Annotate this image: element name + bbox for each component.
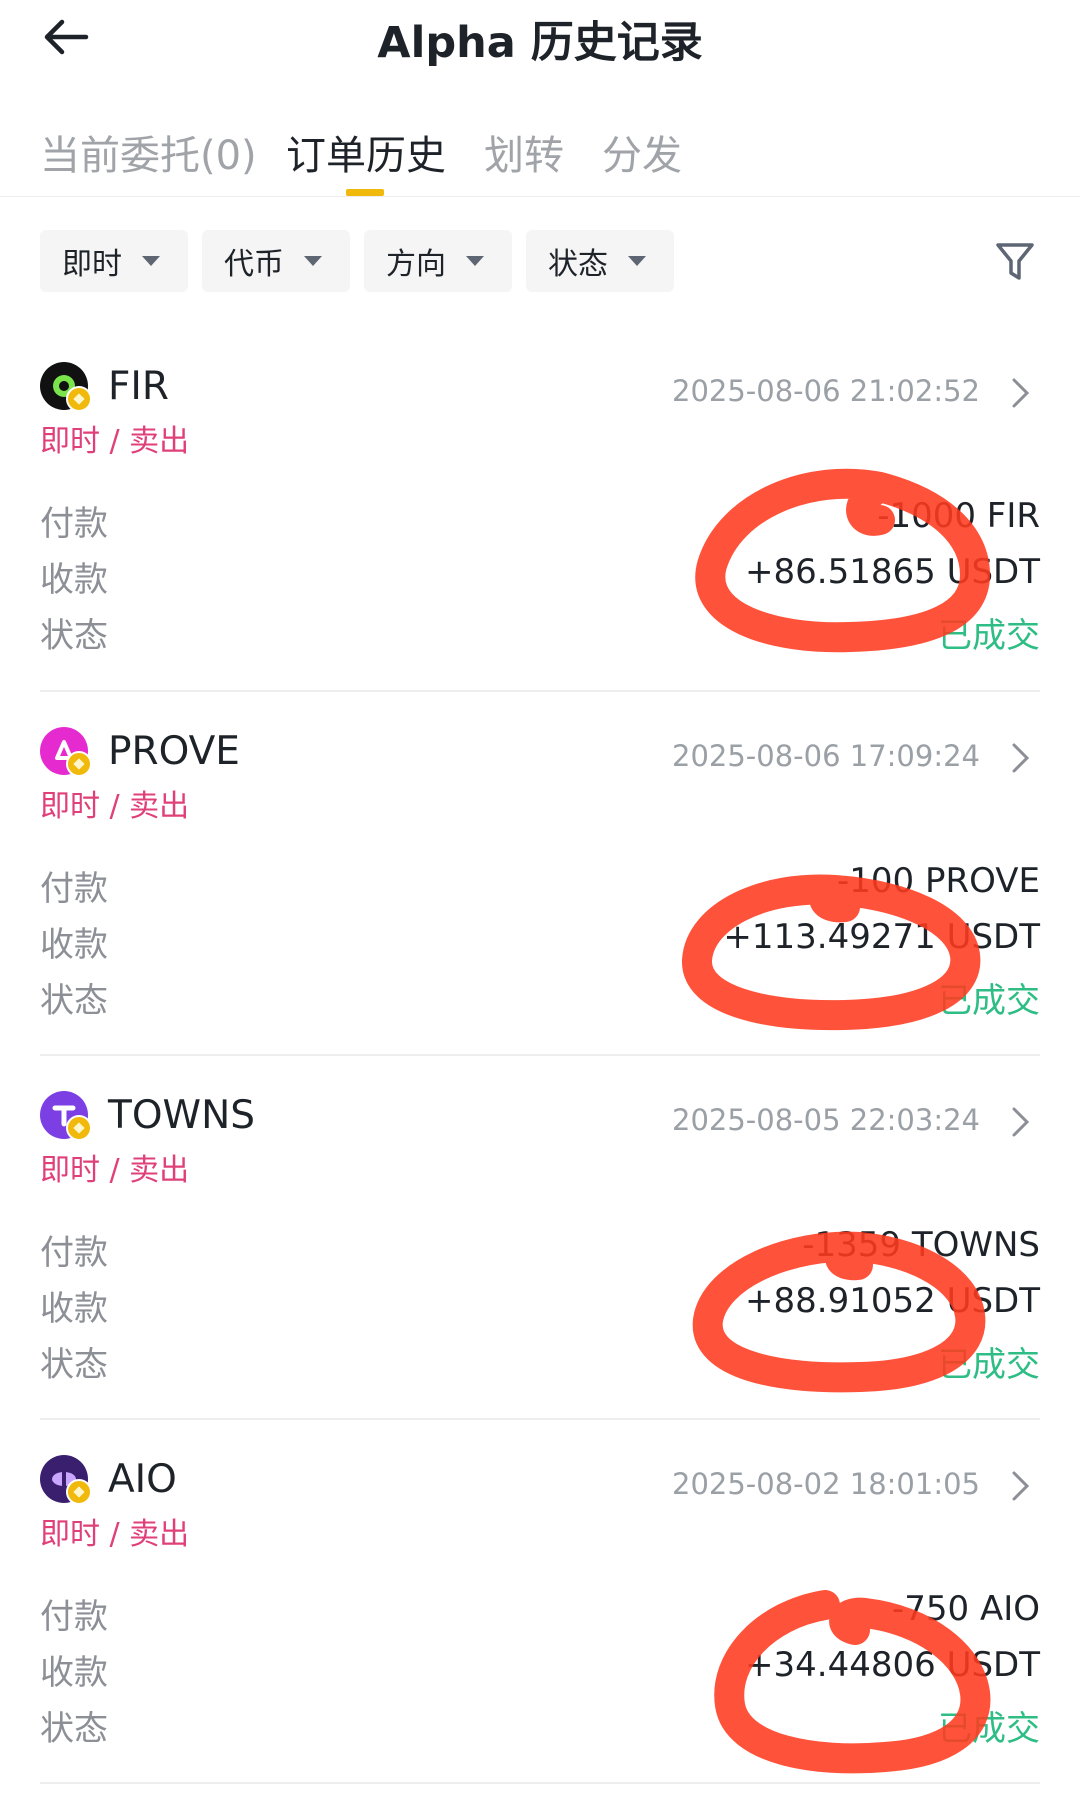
pay-label: 付款 bbox=[40, 869, 108, 909]
divider bbox=[40, 690, 1040, 692]
bnb-chain-badge-icon bbox=[66, 1115, 92, 1141]
order-card[interactable]: PROVE 2025-08-06 17:09:24 即时 / 卖出 付款 -10… bbox=[40, 727, 1040, 1091]
receive-value: +34.44806 USDT bbox=[745, 1645, 1040, 1685]
order-time: 2025-08-06 17:09:24 bbox=[672, 739, 980, 773]
status-label: 状态 bbox=[40, 616, 108, 656]
tab-order-history[interactable]: 订单历史 bbox=[286, 123, 446, 181]
divider bbox=[40, 1418, 1040, 1420]
caret-down-icon bbox=[142, 256, 160, 266]
filter-status-dropdown[interactable]: 状态 bbox=[526, 230, 674, 292]
pay-label: 付款 bbox=[40, 1597, 108, 1637]
chevron-right-icon[interactable] bbox=[1010, 1469, 1032, 1503]
filter-token-dropdown[interactable]: 代币 bbox=[202, 230, 350, 292]
receive-value: +86.51865 USDT bbox=[745, 552, 1040, 592]
receive-label: 收款 bbox=[40, 1289, 108, 1329]
filter-label: 状态 bbox=[548, 247, 608, 282]
active-tab-indicator bbox=[346, 189, 384, 196]
order-time: 2025-08-02 18:01:05 bbox=[672, 1467, 980, 1501]
pay-value: -1000 FIR bbox=[877, 496, 1040, 536]
order-type: 即时 / 卖出 bbox=[40, 1153, 190, 1188]
pay-value: -100 PROVE bbox=[836, 861, 1040, 901]
filter-label: 方向 bbox=[386, 247, 446, 282]
filter-bar: 即时 代币 方向 状态 bbox=[0, 230, 1080, 294]
order-card[interactable]: FIR 2025-08-06 21:02:52 即时 / 卖出 付款 -1000… bbox=[40, 362, 1040, 726]
status-label: 状态 bbox=[40, 1345, 108, 1385]
caret-down-icon bbox=[628, 256, 646, 266]
coin-name: FIR bbox=[108, 364, 170, 409]
status-value: 已成交 bbox=[938, 1345, 1040, 1385]
chevron-right-icon[interactable] bbox=[1010, 741, 1032, 775]
receive-label: 收款 bbox=[40, 560, 108, 600]
divider bbox=[40, 1054, 1040, 1056]
coin-name: AIO bbox=[108, 1457, 177, 1502]
pay-value: -750 AIO bbox=[891, 1589, 1040, 1629]
order-card[interactable]: AIO 2025-08-02 18:01:05 即时 / 卖出 付款 -750 … bbox=[40, 1455, 1040, 1803]
caret-down-icon bbox=[304, 256, 322, 266]
order-type: 即时 / 卖出 bbox=[40, 1517, 190, 1552]
chevron-right-icon[interactable] bbox=[1010, 1105, 1032, 1139]
header: Alpha 历史记录 bbox=[0, 0, 1080, 90]
chevron-right-icon[interactable] bbox=[1010, 376, 1032, 410]
bnb-chain-badge-icon bbox=[66, 751, 92, 777]
pay-label: 付款 bbox=[40, 504, 108, 544]
receive-label: 收款 bbox=[40, 925, 108, 965]
bnb-chain-badge-icon bbox=[66, 386, 92, 412]
pay-label: 付款 bbox=[40, 1233, 108, 1273]
status-label: 状态 bbox=[40, 981, 108, 1021]
receive-value: +88.91052 USDT bbox=[745, 1281, 1040, 1321]
tab-bar: 当前委托(0) 订单历史 划转 分发 bbox=[0, 105, 1080, 197]
page-title: Alpha 历史记录 bbox=[377, 18, 703, 68]
filter-label: 即时 bbox=[62, 247, 122, 282]
coin-name: TOWNS bbox=[108, 1093, 256, 1138]
status-value: 已成交 bbox=[938, 1709, 1040, 1749]
filter-label: 代币 bbox=[224, 247, 284, 282]
receive-label: 收款 bbox=[40, 1653, 108, 1693]
receive-value: +113.49271 USDT bbox=[723, 917, 1040, 957]
status-value: 已成交 bbox=[938, 981, 1040, 1021]
status-label: 状态 bbox=[40, 1709, 108, 1749]
filter-funnel-icon[interactable] bbox=[994, 240, 1036, 284]
pay-value: -1359 TOWNS bbox=[802, 1225, 1040, 1265]
order-type: 即时 / 卖出 bbox=[40, 424, 190, 459]
caret-down-icon bbox=[466, 256, 484, 266]
filter-direction-dropdown[interactable]: 方向 bbox=[364, 230, 512, 292]
divider bbox=[40, 1782, 1040, 1784]
filter-instant-dropdown[interactable]: 即时 bbox=[40, 230, 188, 292]
coin-name: PROVE bbox=[108, 729, 240, 774]
bnb-chain-badge-icon bbox=[66, 1479, 92, 1505]
status-value: 已成交 bbox=[938, 616, 1040, 656]
tab-transfer[interactable]: 划转 bbox=[484, 123, 564, 181]
tab-distribution[interactable]: 分发 bbox=[602, 123, 682, 181]
order-card[interactable]: TOWNS 2025-08-05 22:03:24 即时 / 卖出 付款 -13… bbox=[40, 1091, 1040, 1455]
order-time: 2025-08-05 22:03:24 bbox=[672, 1103, 980, 1137]
order-time: 2025-08-06 21:02:52 bbox=[672, 374, 980, 408]
app-screen: Alpha 历史记录 当前委托(0) 订单历史 划转 分发 即时 代币 方向 状… bbox=[0, 0, 1080, 1803]
tab-open-orders[interactable]: 当前委托(0) bbox=[40, 123, 257, 181]
order-type: 即时 / 卖出 bbox=[40, 789, 190, 824]
